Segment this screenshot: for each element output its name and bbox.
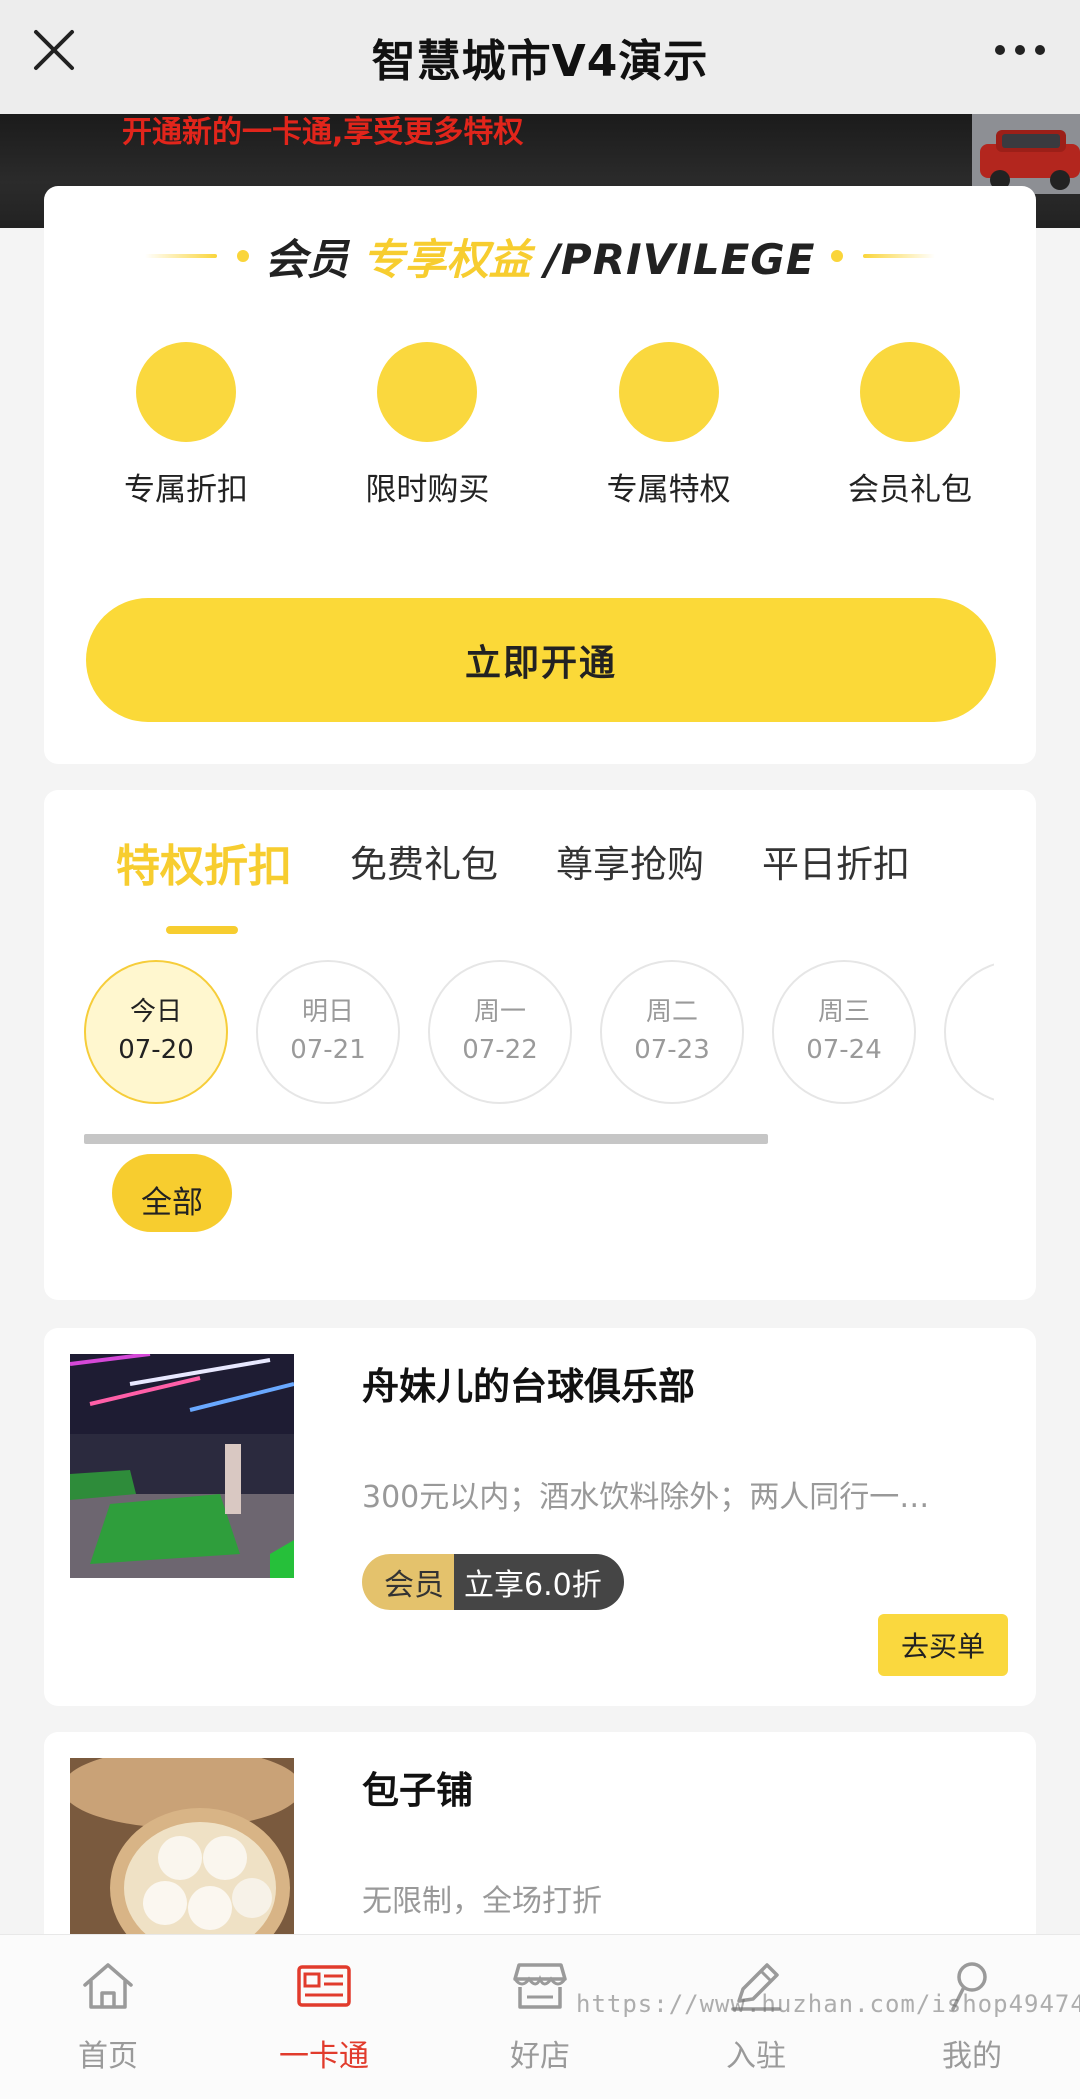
date-item[interactable]: 今日 07-20	[84, 960, 228, 1104]
date-value: 07-24	[806, 1035, 882, 1065]
tab-flash-sale[interactable]: 尊享抢购	[556, 834, 704, 894]
date-day: 明日	[301, 997, 354, 1027]
date-item[interactable]: 周二 07-23	[600, 960, 744, 1104]
benefit-icon	[136, 342, 236, 442]
decor-dot-right	[831, 250, 844, 262]
date-value: 07-23	[634, 1035, 710, 1065]
shop-name: 舟妹儿的台球俱乐部	[362, 1365, 695, 1408]
shop-card[interactable]: 舟妹儿的台球俱乐部 300元以内；酒水饮料除外；两人同行一… 会员 立享6.0折…	[44, 1328, 1036, 1706]
privilege-title-english: /PRIVILEGE	[544, 234, 816, 284]
benefit-item[interactable]: 专属折扣	[96, 342, 276, 509]
decor-line-right	[863, 254, 936, 258]
shop-image-billiards	[70, 1354, 294, 1578]
horizontal-scrollbar[interactable]	[84, 1134, 768, 1144]
date-value: 07-20	[118, 1035, 194, 1065]
benefit-list: 专属折扣 限时购买 专属特权 会员礼包	[96, 342, 1000, 509]
tabbar-item-home[interactable]: 首页	[0, 1935, 216, 2099]
date-day: 周二	[645, 997, 698, 1027]
deals-card: 特权折扣 免费礼包 尊享抢购 平日折扣 今日 07-20 明日 07-21 周一…	[44, 790, 1036, 1300]
home-icon	[83, 1963, 133, 2009]
date-day: 周三	[817, 997, 870, 1027]
tabbar-label: 好店	[510, 2039, 570, 2074]
benefit-icon	[859, 342, 960, 442]
privilege-title-member: 会员	[264, 234, 349, 284]
shop-name: 包子铺	[362, 1769, 473, 1812]
decor-line-left	[144, 254, 217, 258]
close-icon[interactable]	[32, 28, 76, 72]
tabbar-label: 入驻	[726, 2039, 786, 2074]
benefit-label: 会员礼包	[847, 472, 972, 508]
date-item[interactable]: 明日 07-21	[256, 960, 400, 1104]
benefit-label: 专属特权	[606, 472, 731, 508]
pay-bill-button[interactable]: 去买单	[878, 1614, 1008, 1676]
date-value: 07-22	[462, 1035, 538, 1065]
card-icon	[297, 1965, 351, 2007]
shop-desc: 300元以内；酒水饮料除外；两人同行一…	[362, 1480, 930, 1515]
top-navbar: 智慧城市V4演示	[0, 0, 1080, 114]
privilege-header: 会员 专享权益 /PRIVILEGE	[44, 226, 1036, 286]
badge-member: 会员	[362, 1554, 454, 1610]
banner-text: 开通新的一卡通,享受更多特权	[122, 115, 524, 150]
benefit-item[interactable]: 专属特权	[579, 342, 759, 509]
tab-privilege-discount[interactable]: 特权折扣	[116, 834, 292, 894]
tab-free-gift[interactable]: 免费礼包	[350, 834, 498, 894]
privilege-card: 会员 专享权益 /PRIVILEGE 专属折扣 限时购买 专属特权 会员礼包 立…	[44, 186, 1036, 764]
category-tabs: 特权折扣 免费礼包 尊享抢购 平日折扣	[116, 834, 996, 894]
member-discount-badge: 会员 立享6.0折	[362, 1554, 624, 1610]
watermark-text: https://www.huzhan.com/ishop49474	[576, 1990, 1080, 2018]
benefit-icon	[618, 342, 719, 442]
benefit-label: 限时购买	[365, 472, 490, 508]
filter-all-chip[interactable]: 全部	[112, 1154, 232, 1232]
tab-weekday-discount[interactable]: 平日折扣	[762, 834, 910, 894]
tabbar-label: 我的	[942, 2039, 1002, 2074]
benefit-item[interactable]: 会员礼包	[820, 342, 1000, 509]
shop-desc: 无限制，全场打折	[362, 1884, 602, 1919]
decor-dot-left	[236, 250, 249, 262]
store-icon	[513, 1963, 567, 2009]
benefit-label: 专属折扣	[124, 472, 248, 508]
date-item-partial[interactable]	[944, 960, 994, 1104]
privilege-title: 会员 专享权益 /PRIVILEGE	[265, 226, 816, 287]
page-title: 智慧城市V4演示	[371, 36, 709, 87]
date-selector[interactable]: 今日 07-20 明日 07-21 周一 07-22 周二 07-23 周三 0…	[84, 960, 994, 1110]
tabbar-item-card[interactable]: 一卡通	[216, 1935, 432, 2099]
tabbar-label: 一卡通	[279, 2039, 369, 2074]
date-value: 07-21	[290, 1035, 366, 1065]
badge-discount: 立享6.0折	[454, 1554, 624, 1610]
date-day: 周一	[473, 997, 526, 1027]
date-day: 今日	[129, 997, 182, 1027]
open-membership-button[interactable]: 立即开通	[86, 598, 996, 722]
car-illustration	[972, 114, 1080, 194]
privilege-title-benefits: 专享权益	[362, 234, 531, 284]
page: 智慧城市V4演示 开通新的一卡通,享受更多特权 会员 专享权益 /PRIVILE…	[0, 0, 1080, 2099]
benefit-icon	[377, 342, 478, 442]
date-item[interactable]: 周三 07-24	[772, 960, 916, 1104]
car-image	[972, 114, 1080, 194]
more-icon[interactable]	[992, 36, 1048, 64]
date-item[interactable]: 周一 07-22	[428, 960, 572, 1104]
tabbar-label: 首页	[78, 2039, 138, 2074]
benefit-item[interactable]: 限时购买	[337, 342, 517, 509]
active-tab-indicator	[166, 926, 238, 934]
